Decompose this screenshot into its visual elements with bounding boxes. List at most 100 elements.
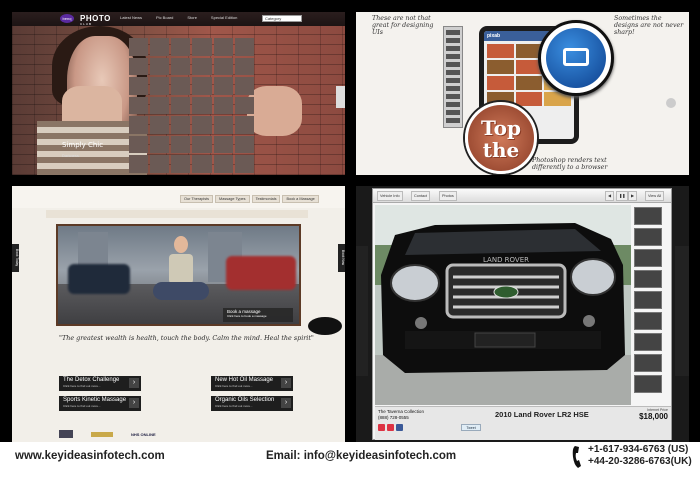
phone-uk[interactable]: +44-20-3286-6763(UK) [588, 456, 692, 468]
tab-our-therapists[interactable]: Our Therapists [180, 195, 214, 203]
vehicle-model: 2010 Land Rover LR2 HSE [495, 410, 589, 419]
photo-fist [247, 86, 302, 136]
quote: "The greatest wealth is health, touch th… [59, 334, 314, 342]
email-icon[interactable] [378, 424, 385, 431]
thumbnail[interactable] [634, 270, 662, 288]
side-scroll-tab[interactable] [336, 86, 345, 108]
vehicle-price: $18,000 [639, 412, 668, 421]
collage: Simply Chic Darkness benq PHOTO CLUB Lat… [0, 0, 700, 478]
zoomed-text-circle: Top the [465, 102, 537, 174]
book-massage-cta[interactable]: Book a massage Click here to book a mass… [223, 308, 293, 322]
vehicle-caption: The Taverna Collection (888) 728-0555 20… [375, 406, 671, 440]
company-footer: www.keyideasinfotech.com Email: info@key… [0, 442, 700, 478]
cta-sub: Click here to book a massage [227, 314, 267, 318]
arrow-icon: › [129, 398, 139, 408]
phone-icon [572, 446, 581, 468]
partner-logo [91, 431, 113, 437]
tab-vehicle-info[interactable]: Vehicle Info [377, 191, 403, 201]
badge-stamp [308, 317, 342, 335]
brick-wall-background: Simply Chic Darkness [12, 26, 345, 175]
tab-contact[interactable]: Contact [411, 191, 431, 201]
email-link[interactable]: Email: info@keyideasinfotech.com [266, 450, 456, 462]
car-blur [68, 264, 130, 294]
thumbnail[interactable] [634, 291, 662, 309]
partner-logo [59, 430, 73, 438]
car-dealer-screenshot: Vehicle Info Contact Photos ◀ ❚❚ ▶ View … [356, 186, 689, 442]
design-notes-panel: These are not that great for designing U… [356, 12, 689, 175]
organic-oils-button[interactable]: Organic Oils Selection Click here to fin… [211, 396, 293, 411]
vehicle-photo: LAND ROVER [375, 205, 631, 405]
car-blur [226, 256, 296, 290]
dealer-name: The Taverna Collection [378, 409, 424, 414]
dealer-phone: (888) 728-0555 [378, 414, 409, 420]
site-nav [46, 210, 308, 218]
massage-site-screenshot: Our Therapists Massage Types Testimonial… [12, 186, 345, 442]
button-sub: Click here to find out more... [63, 404, 101, 408]
nhs-online-logo: NHS ONLINE [131, 431, 156, 437]
photoshop-toolbox [443, 26, 463, 128]
meditating-woman [153, 235, 209, 314]
button-sub: Click here to find out more... [63, 384, 101, 388]
phone-numbers: +1-617-934-6763 (US) +44-20-3286-6763(UK… [588, 444, 692, 468]
zoom-text-the: the [482, 138, 520, 162]
tab-massage-types[interactable]: Massage Types [215, 195, 250, 203]
thumbnail-strip[interactable] [634, 207, 662, 403]
menu-item-pic-board[interactable]: Pic Board [156, 15, 173, 20]
thumbnail[interactable] [634, 249, 662, 267]
zoomed-share-icon [538, 20, 614, 96]
pause-icon[interactable]: ❚❚ [616, 191, 629, 201]
prev-icon[interactable]: ◀ [605, 191, 614, 201]
brand-title: PHOTO CLUB [80, 14, 111, 26]
land-rover-image: LAND ROVER [375, 205, 631, 405]
tab-testimonials[interactable]: Testimonials [251, 195, 281, 203]
next-arrow-icon[interactable] [666, 98, 676, 108]
album-title: Simply Chic [62, 141, 104, 149]
arrow-icon: › [129, 378, 139, 388]
view-all-button[interactable]: View All [645, 191, 665, 201]
detox-challenge-button[interactable]: The Detox Challenge Click here to find o… [59, 376, 141, 391]
note-right: Sometimes the designs are not never shar… [614, 15, 684, 36]
thumbnail[interactable] [634, 207, 662, 225]
thumbnail[interactable] [634, 375, 662, 393]
category-select[interactable]: Category [262, 15, 302, 22]
lightbox-toolbar: Vehicle Info Contact Photos ◀ ❚❚ ▶ View … [373, 189, 671, 203]
hot-oil-massage-button[interactable]: New Hot Oil Massage Click here to find o… [211, 376, 293, 391]
arrow-icon: › [281, 378, 291, 388]
menu-item-latest-news[interactable]: Latest News [120, 15, 142, 20]
tweet-button[interactable]: Tweet [461, 424, 481, 431]
phone-us[interactable]: +1-617-934-6763 (US) [588, 444, 692, 456]
side-strip-right [675, 246, 689, 376]
tab-book-a-massage[interactable]: Book a Massage [282, 195, 319, 203]
grille-text: LAND ROVER [483, 256, 529, 264]
thumbnail[interactable] [634, 354, 662, 372]
photo-club-header: benq PHOTO CLUB Latest News Pic Board St… [12, 12, 345, 26]
arrow-icon: › [281, 398, 291, 408]
print-icon[interactable] [387, 424, 394, 431]
menu-item-special-edition[interactable]: Special Edition [211, 15, 237, 20]
menu-item-store[interactable]: Store [187, 15, 197, 20]
book-today-tab[interactable]: Book Today [12, 244, 19, 272]
button-sub: Click here to find out more... [215, 384, 253, 388]
vehicle-lightbox: Vehicle Info Contact Photos ◀ ❚❚ ▶ View … [372, 188, 672, 440]
sports-kinetic-button[interactable]: Sports Kinetic Massage Click here to fin… [59, 396, 141, 411]
benq-logo: benq [60, 14, 74, 23]
share-icons [378, 424, 403, 431]
thumbnail[interactable] [634, 312, 662, 330]
book-now-tab[interactable]: Book Now [338, 244, 345, 272]
facebook-icon[interactable] [396, 424, 403, 431]
website-link[interactable]: www.keyideasinfotech.com [15, 450, 165, 462]
photo-club-screenshot: Simply Chic Darkness benq PHOTO CLUB Lat… [12, 12, 345, 175]
thumbnail[interactable] [634, 333, 662, 351]
button-sub: Click here to find out more... [215, 404, 253, 408]
share-arrow-icon [563, 48, 589, 66]
tab-photos[interactable]: Photos [439, 191, 457, 201]
photo-thumbnail-grid[interactable] [129, 38, 254, 173]
dealer-info: The Taverna Collection (888) 728-0555 [378, 409, 424, 420]
top-tabs: Our Therapists Massage Types Testimonial… [180, 195, 319, 203]
note-bottom: Photoshop renders text differently to a … [532, 157, 608, 171]
next-icon[interactable]: ▶ [628, 191, 637, 201]
site-header: Our Therapists Massage Types Testimonial… [12, 186, 345, 208]
site-footer: NHS ONLINE [59, 430, 156, 438]
album-subtitle: Darkness [62, 153, 79, 158]
thumbnail[interactable] [634, 228, 662, 246]
